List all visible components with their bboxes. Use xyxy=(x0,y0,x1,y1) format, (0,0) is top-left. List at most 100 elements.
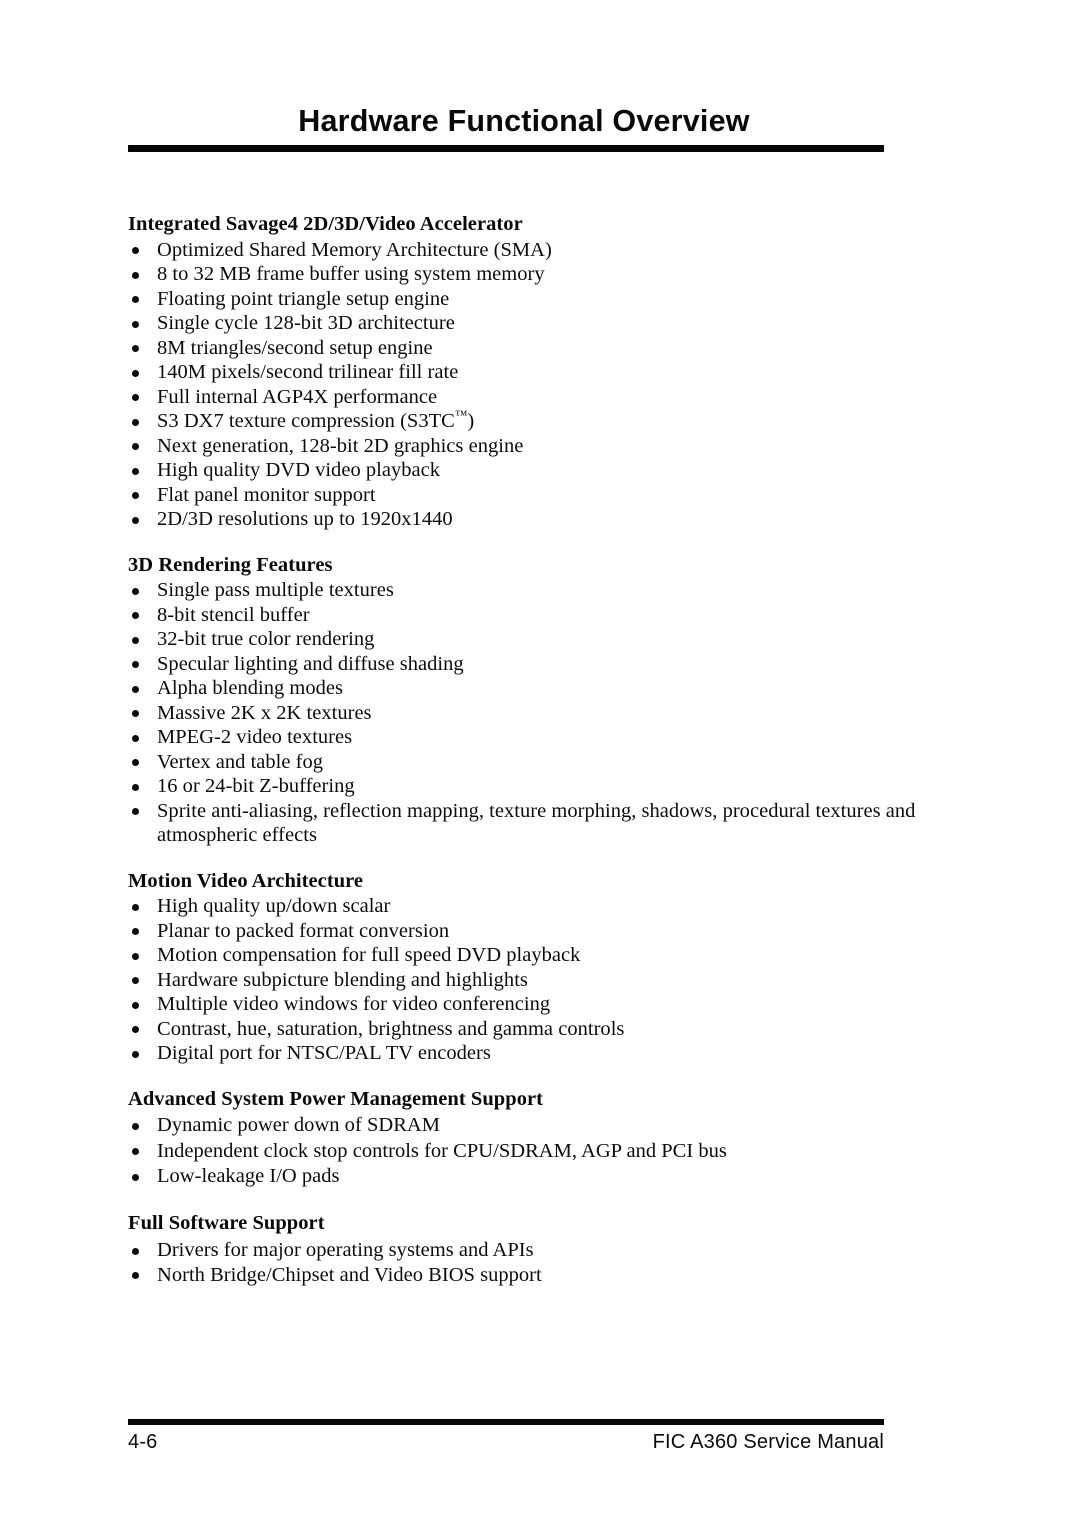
feature-list: Optimized Shared Memory Architecture (SM… xyxy=(128,238,928,532)
bullet-icon xyxy=(132,262,140,287)
list-item: Low-leakage I/O pads xyxy=(128,1164,928,1190)
list-item-label: 32-bit true color rendering xyxy=(157,628,375,650)
list-item: Motion compensation for full speed DVD p… xyxy=(128,943,928,968)
list-item-label: High quality up/down scalar xyxy=(157,895,391,917)
list-item-label: Massive 2K x 2K textures xyxy=(157,701,372,724)
list-item-label: Planar to packed format conversion xyxy=(157,919,450,942)
bullet-icon xyxy=(132,287,140,312)
list-item-label: 16 or 24-bit Z-buffering xyxy=(157,775,355,797)
bullet-icon xyxy=(132,919,140,944)
list-item-label: Floating point triangle setup engine xyxy=(157,287,450,310)
list-item-label: Sprite anti-aliasing, reflection mapping… xyxy=(157,799,916,847)
bullet-icon xyxy=(132,799,140,824)
bullet-icon xyxy=(132,725,140,750)
content-section: Full Software Support Drivers for major o… xyxy=(128,1211,928,1288)
bullet-icon xyxy=(132,894,140,919)
list-item-label: Specular lighting and diffuse shading xyxy=(157,652,464,675)
list-item-label: Flat panel monitor support xyxy=(157,483,376,506)
list-item: Planar to packed format conversion xyxy=(128,919,928,944)
list-item: Single cycle 128-bit 3D architecture xyxy=(128,311,928,336)
list-item-label: 8 to 32 MB frame buffer using system mem… xyxy=(157,263,545,285)
bullet-icon xyxy=(132,627,140,652)
section-heading: Integrated Savage4 2D/3D/Video Accelerat… xyxy=(128,213,523,235)
list-item-label: 140M pixels/second trilinear fill rate xyxy=(157,361,459,383)
list-item-label: 8-bit stencil buffer xyxy=(157,603,310,626)
feature-list: Drivers for major operating systems and … xyxy=(128,1238,928,1287)
list-item-label: Alpha blending modes xyxy=(157,677,344,699)
document-page: Hardware Functional Overview Integrated … xyxy=(0,0,1080,1527)
list-item-label: North Bridge/Chipset and Video BIOS supp… xyxy=(157,1263,542,1286)
footer-page-number: 4-6 xyxy=(128,1431,158,1453)
list-item-label: Single pass multiple textures xyxy=(157,579,394,601)
bullet-icon xyxy=(132,943,140,968)
bullet-icon xyxy=(132,507,140,532)
bullet-icon xyxy=(132,434,140,459)
list-item-label: Hardware subpicture blending and highlig… xyxy=(157,968,528,991)
list-item: 8 to 32 MB frame buffer using system mem… xyxy=(128,262,928,287)
footer-row: 4-6 FIC A360 Service Manual xyxy=(128,1431,884,1454)
section-heading: Motion Video Architecture xyxy=(128,869,364,892)
content-section: 3D Rendering Features Single pass multipl… xyxy=(128,553,928,848)
list-item: Optimized Shared Memory Architecture (SM… xyxy=(128,238,928,263)
list-item: Contrast, hue, saturation, brightness an… xyxy=(128,1017,928,1042)
list-item: 8-bit stencil buffer xyxy=(128,603,928,628)
list-item-label: Drivers for major operating systems and … xyxy=(157,1239,534,1261)
bullet-icon xyxy=(132,1263,140,1288)
bullet-icon xyxy=(132,750,140,775)
bullet-icon xyxy=(132,1041,140,1066)
list-item-label: 2D/3D resolutions up to 1920x1440 xyxy=(157,508,453,530)
bullet-icon xyxy=(132,311,140,336)
bullet-icon xyxy=(132,774,140,799)
list-item: Full internal AGP4X performance xyxy=(128,385,928,410)
list-item-label: Next generation, 128-bit 2D graphics eng… xyxy=(157,434,524,457)
page-title: Hardware Functional Overview xyxy=(298,104,750,138)
list-item: Single pass multiple textures xyxy=(128,578,928,603)
bullet-icon xyxy=(132,1113,140,1139)
list-item: Flat panel monitor support xyxy=(128,483,928,508)
bullet-icon xyxy=(132,1017,140,1042)
list-item-label: Dynamic power down of SDRAM xyxy=(157,1114,440,1136)
list-item-label: S3 DX7 texture compression (S3TC™) xyxy=(157,408,475,432)
list-item-label: Digital port for NTSC/PAL TV encoders xyxy=(157,1042,491,1064)
list-item-label: Contrast, hue, saturation, brightness an… xyxy=(157,1017,625,1040)
bullet-icon xyxy=(132,360,140,385)
list-item-label: MPEG-2 video textures xyxy=(157,726,353,748)
list-item-label: Single cycle 128-bit 3D architecture xyxy=(157,312,455,334)
list-item-label: 8M triangles/second setup engine xyxy=(157,336,433,359)
feature-list: Single pass multiple textures 8-bit stenc… xyxy=(128,578,928,848)
list-item: Alpha blending modes xyxy=(128,676,928,701)
list-item: 32-bit true color rendering xyxy=(128,627,928,652)
list-item-label: Motion compensation for full speed DVD p… xyxy=(157,944,581,966)
content-section: Advanced System Power Management Support… xyxy=(128,1087,928,1190)
bullet-icon xyxy=(132,1238,140,1263)
bullet-icon xyxy=(132,385,140,410)
list-item: High quality up/down scalar xyxy=(128,894,928,919)
page-content: Integrated Savage4 2D/3D/Video Accelerat… xyxy=(128,212,928,1287)
footer-divider xyxy=(128,1419,884,1425)
bullet-icon xyxy=(132,409,140,434)
section-heading: 3D Rendering Features xyxy=(128,553,333,576)
list-item: Hardware subpicture blending and highlig… xyxy=(128,968,928,993)
list-item: Massive 2K x 2K textures xyxy=(128,701,928,726)
bullet-icon xyxy=(132,483,140,508)
list-item: Specular lighting and diffuse shading xyxy=(128,652,928,677)
list-item-label: Multiple video windows for video confere… xyxy=(157,993,551,1015)
list-item: North Bridge/Chipset and Video BIOS supp… xyxy=(128,1263,928,1288)
header-divider xyxy=(128,145,884,153)
list-item: Sprite anti-aliasing, reflection mapping… xyxy=(128,799,928,848)
list-item: 2D/3D resolutions up to 1920x1440 xyxy=(128,507,928,532)
list-item: Independent clock stop controls for CPU/… xyxy=(128,1139,928,1165)
list-item-label: Full internal AGP4X performance xyxy=(157,385,438,408)
list-item: Dynamic power down of SDRAM xyxy=(128,1113,928,1139)
feature-list: Dynamic power down of SDRAM Independent c… xyxy=(128,1113,928,1190)
bullet-icon xyxy=(132,701,140,726)
list-item: 140M pixels/second trilinear fill rate xyxy=(128,360,928,385)
list-item: Drivers for major operating systems and … xyxy=(128,1238,928,1263)
list-item-label: Optimized Shared Memory Architecture (SM… xyxy=(157,238,552,261)
list-item-label: Vertex and table fog xyxy=(157,750,324,773)
footer-manual-name: FIC A360 Service Manual xyxy=(652,1431,884,1453)
list-item: Digital port for NTSC/PAL TV encoders xyxy=(128,1041,928,1066)
bullet-icon xyxy=(132,238,140,263)
list-item-label: Independent clock stop controls for CPU/… xyxy=(157,1139,727,1162)
list-item: Floating point triangle setup engine xyxy=(128,287,928,312)
